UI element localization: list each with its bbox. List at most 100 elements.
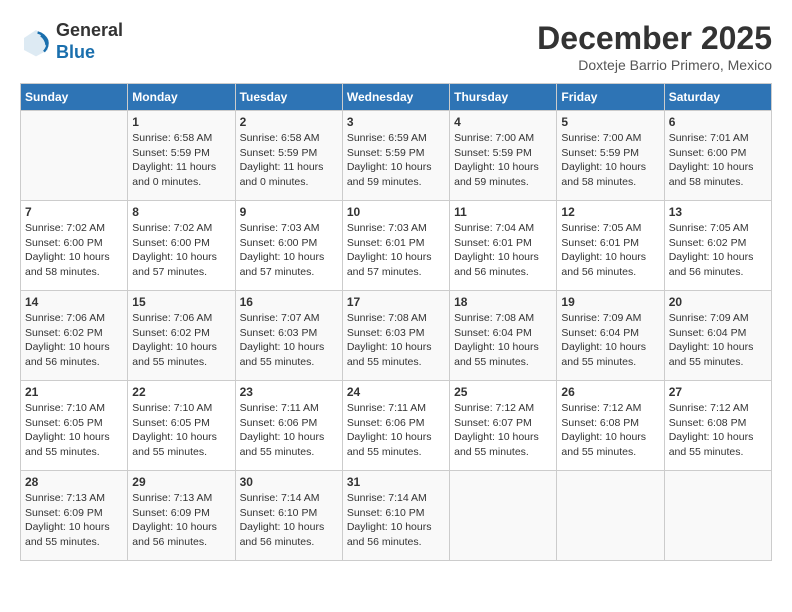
day-number: 14 xyxy=(25,295,123,309)
logo: General Blue xyxy=(20,20,123,63)
logo-blue-text: Blue xyxy=(56,42,95,62)
day-number: 15 xyxy=(132,295,230,309)
calendar-subtitle: Doxteje Barrio Primero, Mexico xyxy=(537,57,772,73)
day-number: 3 xyxy=(347,115,445,129)
calendar-cell: 17 Sunrise: 7:08 AMSunset: 6:03 PMDayligh… xyxy=(342,291,449,381)
day-number: 7 xyxy=(25,205,123,219)
day-number: 24 xyxy=(347,385,445,399)
day-number: 13 xyxy=(669,205,767,219)
day-number: 31 xyxy=(347,475,445,489)
day-info: Sunrise: 7:06 AMSunset: 6:02 PMDaylight:… xyxy=(25,311,123,370)
calendar-title: December 2025 xyxy=(537,20,772,57)
calendar-cell: 6 Sunrise: 7:01 AMSunset: 6:00 PMDaylight… xyxy=(664,111,771,201)
day-number: 16 xyxy=(240,295,338,309)
day-number: 26 xyxy=(561,385,659,399)
day-info: Sunrise: 7:03 AMSunset: 6:01 PMDaylight:… xyxy=(347,221,445,280)
weekday-header-thursday: Thursday xyxy=(450,84,557,111)
day-number: 27 xyxy=(669,385,767,399)
day-number: 29 xyxy=(132,475,230,489)
calendar-week-row: 14 Sunrise: 7:06 AMSunset: 6:02 PMDayligh… xyxy=(21,291,772,381)
day-info: Sunrise: 7:13 AMSunset: 6:09 PMDaylight:… xyxy=(25,491,123,550)
day-number: 22 xyxy=(132,385,230,399)
calendar-cell: 26 Sunrise: 7:12 AMSunset: 6:08 PMDayligh… xyxy=(557,381,664,471)
day-number: 10 xyxy=(347,205,445,219)
logo-icon xyxy=(20,26,52,58)
day-info: Sunrise: 7:00 AMSunset: 5:59 PMDaylight:… xyxy=(561,131,659,190)
calendar-cell: 3 Sunrise: 6:59 AMSunset: 5:59 PMDaylight… xyxy=(342,111,449,201)
day-number: 28 xyxy=(25,475,123,489)
day-number: 19 xyxy=(561,295,659,309)
day-number: 11 xyxy=(454,205,552,219)
day-number: 18 xyxy=(454,295,552,309)
calendar-week-row: 1Sunrise: 6:58 AMSunset: 5:59 PMDaylight… xyxy=(21,111,772,201)
calendar-cell: 31 Sunrise: 7:14 AMSunset: 6:10 PMDayligh… xyxy=(342,471,449,561)
day-info: Sunrise: 6:59 AMSunset: 5:59 PMDaylight:… xyxy=(347,131,445,190)
calendar-cell: 27 Sunrise: 7:12 AMSunset: 6:08 PMDayligh… xyxy=(664,381,771,471)
day-info: Sunrise: 7:11 AMSunset: 6:06 PMDaylight:… xyxy=(240,401,338,460)
day-info: Sunrise: 7:04 AMSunset: 6:01 PMDaylight:… xyxy=(454,221,552,280)
day-info: Sunrise: 7:09 AMSunset: 6:04 PMDaylight:… xyxy=(669,311,767,370)
logo-text: General Blue xyxy=(56,20,123,63)
page-header: General Blue December 2025 Doxteje Barri… xyxy=(20,20,772,73)
calendar-cell: 8 Sunrise: 7:02 AMSunset: 6:00 PMDaylight… xyxy=(128,201,235,291)
day-info: Sunrise: 7:14 AMSunset: 6:10 PMDaylight:… xyxy=(347,491,445,550)
calendar-cell: 9 Sunrise: 7:03 AMSunset: 6:00 PMDaylight… xyxy=(235,201,342,291)
day-info: Sunrise: 7:00 AMSunset: 5:59 PMDaylight:… xyxy=(454,131,552,190)
calendar-cell: 24 Sunrise: 7:11 AMSunset: 6:06 PMDayligh… xyxy=(342,381,449,471)
calendar-cell: 29 Sunrise: 7:13 AMSunset: 6:09 PMDayligh… xyxy=(128,471,235,561)
day-info: Sunrise: 7:10 AMSunset: 6:05 PMDaylight:… xyxy=(132,401,230,460)
day-info: Sunrise: 7:12 AMSunset: 6:08 PMDaylight:… xyxy=(669,401,767,460)
calendar-cell: 30Sunrise: 7:14 AMSunset: 6:10 PMDayligh… xyxy=(235,471,342,561)
day-number: 4 xyxy=(454,115,552,129)
day-number: 30 xyxy=(240,475,338,489)
day-number: 5 xyxy=(561,115,659,129)
calendar-cell: 14 Sunrise: 7:06 AMSunset: 6:02 PMDayligh… xyxy=(21,291,128,381)
calendar-cell: 12 Sunrise: 7:05 AMSunset: 6:01 PMDayligh… xyxy=(557,201,664,291)
day-number: 17 xyxy=(347,295,445,309)
calendar-cell: 21 Sunrise: 7:10 AMSunset: 6:05 PMDayligh… xyxy=(21,381,128,471)
day-number: 6 xyxy=(669,115,767,129)
calendar-cell: 20 Sunrise: 7:09 AMSunset: 6:04 PMDayligh… xyxy=(664,291,771,381)
day-info: Sunrise: 7:13 AMSunset: 6:09 PMDaylight:… xyxy=(132,491,230,550)
calendar-cell xyxy=(450,471,557,561)
title-block: December 2025 Doxteje Barrio Primero, Me… xyxy=(537,20,772,73)
day-number: 20 xyxy=(669,295,767,309)
calendar-cell: 18 Sunrise: 7:08 AMSunset: 6:04 PMDayligh… xyxy=(450,291,557,381)
day-number: 9 xyxy=(240,205,338,219)
day-number: 8 xyxy=(132,205,230,219)
day-number: 23 xyxy=(240,385,338,399)
day-info: Sunrise: 7:08 AMSunset: 6:03 PMDaylight:… xyxy=(347,311,445,370)
day-info: Sunrise: 7:06 AMSunset: 6:02 PMDaylight:… xyxy=(132,311,230,370)
calendar-cell: 1Sunrise: 6:58 AMSunset: 5:59 PMDaylight… xyxy=(128,111,235,201)
calendar-cell: 19 Sunrise: 7:09 AMSunset: 6:04 PMDayligh… xyxy=(557,291,664,381)
calendar-cell: 15 Sunrise: 7:06 AMSunset: 6:02 PMDayligh… xyxy=(128,291,235,381)
calendar-week-row: 28 Sunrise: 7:13 AMSunset: 6:09 PMDayligh… xyxy=(21,471,772,561)
day-info: Sunrise: 7:02 AMSunset: 6:00 PMDaylight:… xyxy=(132,221,230,280)
calendar-cell: 25Sunrise: 7:12 AMSunset: 6:07 PMDayligh… xyxy=(450,381,557,471)
calendar-cell: 10 Sunrise: 7:03 AMSunset: 6:01 PMDayligh… xyxy=(342,201,449,291)
day-info: Sunrise: 7:02 AMSunset: 6:00 PMDaylight:… xyxy=(25,221,123,280)
day-info: Sunrise: 7:12 AMSunset: 6:07 PMDaylight:… xyxy=(454,401,552,460)
day-info: Sunrise: 7:09 AMSunset: 6:04 PMDaylight:… xyxy=(561,311,659,370)
weekday-header-sunday: Sunday xyxy=(21,84,128,111)
day-info: Sunrise: 7:11 AMSunset: 6:06 PMDaylight:… xyxy=(347,401,445,460)
weekday-header-tuesday: Tuesday xyxy=(235,84,342,111)
calendar-cell xyxy=(557,471,664,561)
day-number: 21 xyxy=(25,385,123,399)
calendar-week-row: 7 Sunrise: 7:02 AMSunset: 6:00 PMDaylight… xyxy=(21,201,772,291)
day-info: Sunrise: 7:03 AMSunset: 6:00 PMDaylight:… xyxy=(240,221,338,280)
weekday-header-friday: Friday xyxy=(557,84,664,111)
day-info: Sunrise: 7:08 AMSunset: 6:04 PMDaylight:… xyxy=(454,311,552,370)
day-number: 1 xyxy=(132,115,230,129)
day-info: Sunrise: 7:01 AMSunset: 6:00 PMDaylight:… xyxy=(669,131,767,190)
day-info: Sunrise: 7:05 AMSunset: 6:01 PMDaylight:… xyxy=(561,221,659,280)
calendar-cell xyxy=(21,111,128,201)
weekday-header-wednesday: Wednesday xyxy=(342,84,449,111)
day-info: Sunrise: 7:10 AMSunset: 6:05 PMDaylight:… xyxy=(25,401,123,460)
calendar-cell: 28 Sunrise: 7:13 AMSunset: 6:09 PMDayligh… xyxy=(21,471,128,561)
calendar-cell: 7 Sunrise: 7:02 AMSunset: 6:00 PMDaylight… xyxy=(21,201,128,291)
day-number: 12 xyxy=(561,205,659,219)
weekday-header-saturday: Saturday xyxy=(664,84,771,111)
day-info: Sunrise: 7:12 AMSunset: 6:08 PMDaylight:… xyxy=(561,401,659,460)
weekday-header-monday: Monday xyxy=(128,84,235,111)
